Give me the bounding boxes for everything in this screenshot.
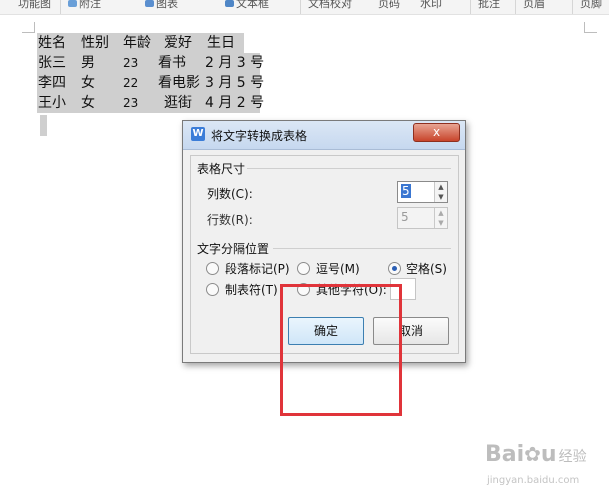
- watermark-brand: Bai: [485, 442, 525, 467]
- ribbon-item-proofread[interactable]: 文档校对: [308, 0, 352, 12]
- text-cell: 看电影: [158, 75, 200, 91]
- columns-spinbox[interactable]: 5 ▲ ▼: [397, 181, 448, 203]
- radio-tab-label[interactable]: 制表符(T): [225, 281, 278, 298]
- spin-down-icon: ▼: [438, 219, 444, 227]
- rows-value: 5: [401, 210, 409, 224]
- baidu-jingyan-watermark: Bai✿u 经验 jingyan.baidu.com: [485, 442, 587, 486]
- spin-up-icon[interactable]: ▲: [435, 182, 447, 192]
- text-line: 姓名 性别 年龄 爱好 生日: [37, 33, 244, 53]
- separator-group-label: 文字分隔位置: [197, 242, 270, 256]
- ribbon-separator: [572, 0, 573, 14]
- ribbon-item-0[interactable]: 功能图: [18, 0, 51, 12]
- ribbon-item-label: 图表: [156, 0, 178, 10]
- margin-corner-mark: [22, 22, 35, 33]
- ribbon-item-footnote[interactable]: 附注: [68, 0, 101, 12]
- columns-label: 列数(C):: [207, 187, 253, 201]
- ribbon-item-pagenum[interactable]: 页码: [378, 0, 400, 12]
- text-cell: 年龄: [123, 35, 151, 51]
- text-cell: 生日: [207, 35, 235, 51]
- text-cell: 23: [123, 56, 139, 70]
- textbox-icon: [225, 0, 234, 7]
- text-cell: 3 月 5 号: [205, 75, 265, 91]
- footnote-icon: [68, 0, 77, 7]
- radio-tab[interactable]: [206, 283, 219, 296]
- watermark-jingyan: 经验: [558, 449, 587, 465]
- highlight-annotation-box: [280, 284, 402, 416]
- dialog-titlebar[interactable]: W 将文字转换成表格 x: [183, 121, 465, 150]
- ribbon-separator: [470, 0, 471, 14]
- ribbon-item-footer[interactable]: 页脚: [580, 0, 602, 12]
- wps-writer-icon: W: [191, 127, 205, 141]
- ribbon-item-label: 附注: [79, 0, 101, 10]
- text-cell: 张三: [38, 55, 66, 71]
- radio-paragraph-mark-label[interactable]: 段落标记(P): [225, 260, 290, 277]
- empty-line-selection: [40, 115, 47, 136]
- ribbon-separator: [60, 0, 61, 14]
- paw-icon: ✿: [524, 442, 541, 466]
- group-divider: [247, 168, 451, 169]
- rows-spin-arrows: ▲ ▼: [434, 208, 447, 228]
- text-cell: 4 月 2 号: [205, 95, 265, 111]
- table-size-group-label: 表格尺寸: [197, 162, 246, 176]
- ribbon-separator: [515, 0, 516, 14]
- text-cell: 2 月 3 号: [205, 55, 265, 71]
- group-divider: [273, 248, 451, 249]
- ribbon-separator: [300, 0, 301, 14]
- text-cell: 爱好: [164, 35, 192, 51]
- radio-space[interactable]: [388, 262, 401, 275]
- ribbon-item-chart[interactable]: 图表: [145, 0, 178, 12]
- text-cell: 男: [81, 55, 95, 71]
- close-button[interactable]: x: [413, 123, 460, 142]
- rows-label: 行数(R):: [207, 213, 253, 227]
- text-cell: 女: [81, 95, 95, 111]
- text-cell: 女: [81, 75, 95, 91]
- ribbon-item-comment[interactable]: 批注: [478, 0, 500, 12]
- text-line: 李四 女 22 看电影 3 月 5 号: [37, 73, 264, 93]
- radio-comma-label[interactable]: 逗号(M): [316, 260, 360, 277]
- radio-comma[interactable]: [297, 262, 310, 275]
- ribbon-item-label: 文本框: [236, 0, 269, 10]
- text-cell: 23: [123, 96, 139, 110]
- spin-up-icon: ▲: [438, 209, 444, 217]
- watermark-brand-suffix: u: [540, 442, 557, 467]
- margin-corner-mark: [584, 22, 597, 33]
- text-line: 张三 男 23 看书 2 月 3 号: [37, 53, 264, 73]
- text-cell: 22: [123, 76, 139, 90]
- radio-space-label[interactable]: 空格(S): [406, 260, 447, 277]
- dialog-title: 将文字转换成表格: [211, 129, 308, 143]
- text-cell: 逛街: [164, 95, 192, 111]
- text-cell: 性别: [81, 35, 109, 51]
- columns-value[interactable]: 5: [401, 184, 411, 198]
- ribbon-item-textbox[interactable]: 文本框: [225, 0, 269, 12]
- chart-icon: [145, 0, 154, 7]
- ribbon-item-watermark[interactable]: 水印: [420, 0, 442, 12]
- text-line: 王小 女 23 逛街 4 月 2 号: [37, 93, 264, 113]
- text-cell: 李四: [38, 75, 66, 91]
- rows-spinbox: 5 ▲ ▼: [397, 207, 448, 229]
- watermark-url: jingyan.baidu.com: [487, 475, 580, 486]
- text-cell: 姓名: [38, 35, 66, 51]
- spin-down-icon[interactable]: ▼: [435, 192, 447, 202]
- text-cell: 王小: [38, 95, 66, 111]
- text-cell: 看书: [158, 55, 186, 71]
- ribbon-toolbar: 功能图 附注 图表 文本框 文档校对 页码 水印 批注 页眉 页脚: [0, 0, 609, 15]
- radio-paragraph-mark[interactable]: [206, 262, 219, 275]
- columns-spin-arrows[interactable]: ▲ ▼: [434, 182, 447, 202]
- ribbon-item-header[interactable]: 页眉: [523, 0, 545, 12]
